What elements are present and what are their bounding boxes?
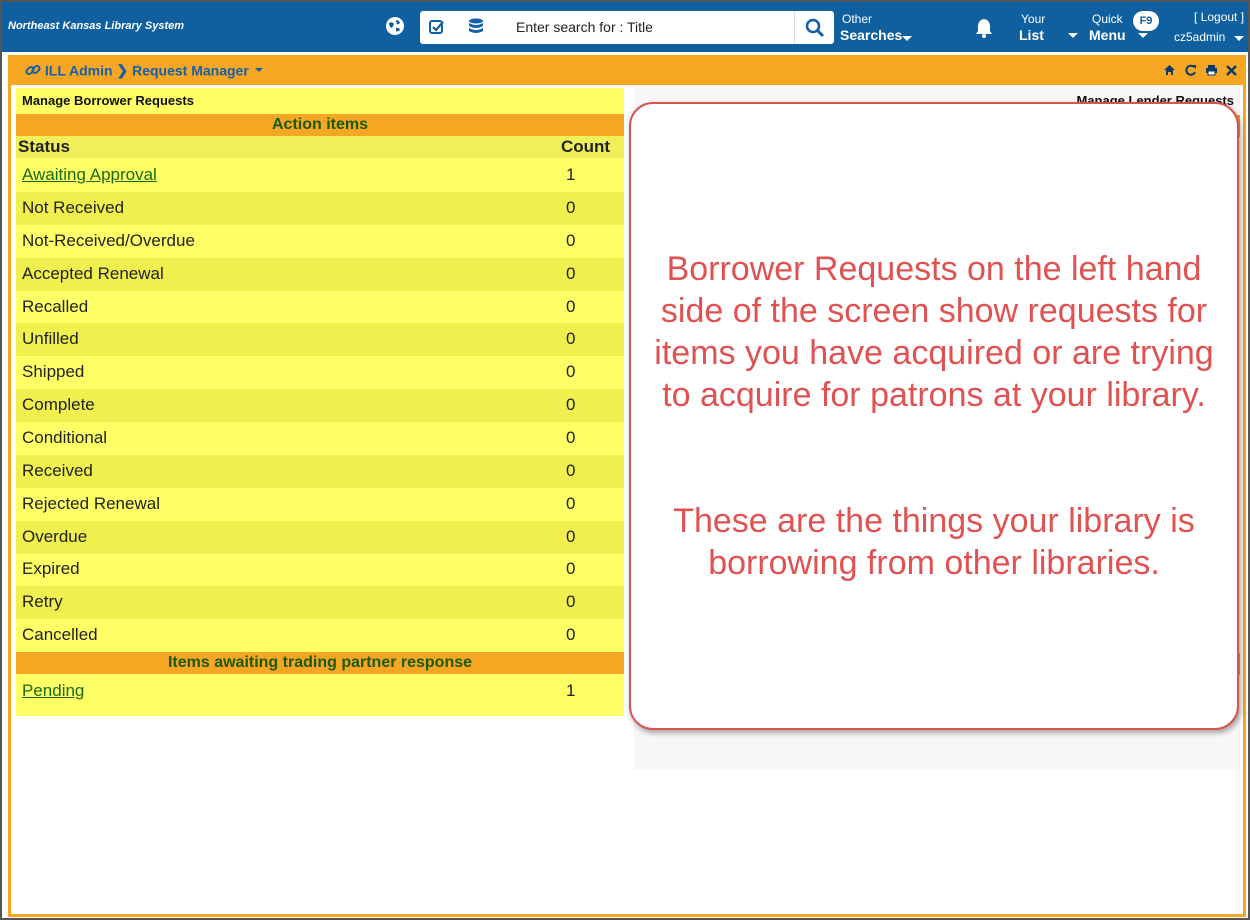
table-row: Expired 0: [16, 553, 624, 586]
search-icon: [805, 18, 825, 38]
other-label: Other: [842, 12, 873, 26]
search-input[interactable]: Enter search for : Title: [516, 19, 653, 35]
brand-logo[interactable]: Northeast Kansas Library System: [8, 20, 184, 32]
row-status: Shipped: [22, 362, 85, 381]
status-link-awaiting-approval[interactable]: Awaiting Approval: [22, 165, 157, 185]
row-status: Unfilled: [22, 329, 79, 348]
chevron-down-icon: [902, 36, 912, 41]
chevron-down-icon[interactable]: [1234, 36, 1244, 41]
breadcrumb: ILL Admin ❯ Request Manager: [25, 61, 263, 79]
borrower-title: Manage Borrower Requests: [22, 93, 194, 108]
status-link-pending[interactable]: Pending: [22, 681, 84, 701]
row-count: 0: [566, 231, 576, 250]
table-row: Accepted Renewal 0: [16, 258, 624, 291]
row-status: Conditional: [22, 428, 108, 447]
table-row: Shipped 0: [16, 356, 624, 389]
row-count: 0: [566, 494, 576, 513]
table-row: Received 0: [16, 455, 624, 488]
row-count: 0: [566, 329, 576, 348]
chevron-down-icon: [1068, 33, 1078, 38]
row-count: 0: [566, 264, 576, 283]
table-row: Pending 1: [16, 675, 624, 708]
checklist-icon[interactable]: [429, 19, 445, 35]
table-header: Status Count: [16, 136, 624, 158]
chevron-down-icon[interactable]: [254, 68, 263, 73]
f9-badge: F9: [1133, 11, 1159, 31]
row-count: 0: [566, 395, 576, 414]
breadcrumb-ill-admin[interactable]: ILL Admin: [45, 62, 113, 78]
row-count: 0: [566, 297, 576, 316]
table-row: Not-Received/Overdue 0: [16, 225, 624, 258]
panel-header: ILL Admin ❯ Request Manager: [11, 55, 1243, 85]
callout-paragraph: Borrower Requests on the left hand side …: [654, 250, 1214, 414]
row-status: Received: [22, 461, 93, 480]
table-row: Rejected Renewal 0: [16, 488, 624, 521]
link-icon: [25, 65, 41, 76]
pending-section-header: Items awaiting trading partner response: [16, 652, 624, 674]
search-bar: Enter search for : Title: [420, 11, 834, 44]
logout-link[interactable]: [ Logout ]: [1194, 10, 1244, 24]
row-count: 0: [566, 527, 576, 546]
row-status: Recalled: [22, 297, 89, 316]
globe-icon[interactable]: [385, 16, 405, 36]
breadcrumb-request-manager[interactable]: Request Manager: [132, 62, 249, 78]
row-status: Retry: [22, 592, 63, 611]
table-row: Unfilled 0: [16, 323, 624, 356]
bell-icon[interactable]: [975, 18, 993, 38]
row-count: 0: [566, 559, 576, 578]
print-icon[interactable]: [1205, 64, 1218, 76]
close-icon[interactable]: [1226, 64, 1237, 76]
row-count: 0: [566, 461, 576, 480]
refresh-icon[interactable]: [1184, 64, 1197, 76]
row-count: 0: [566, 198, 576, 217]
action-items-header: Action items: [16, 114, 624, 136]
top-navigation-bar: Northeast Kansas Library System Enter se…: [2, 2, 1248, 52]
row-status: Expired: [22, 559, 80, 578]
count-column-header: Count: [561, 137, 611, 156]
chevron-right-icon: ❯: [116, 61, 129, 78]
chevron-down-icon: [1138, 33, 1148, 38]
list-label: List: [1019, 27, 1044, 43]
table-row: Overdue 0: [16, 521, 624, 554]
row-status: Not-Received/Overdue: [22, 231, 195, 250]
row-count: 0: [566, 592, 576, 611]
quick-label: Quick: [1092, 12, 1123, 26]
row-count: 1: [566, 681, 576, 700]
table-row: Cancelled 0: [16, 619, 624, 652]
row-count: 0: [566, 428, 576, 447]
table-row: Complete 0: [16, 389, 624, 422]
home-icon[interactable]: [1163, 64, 1176, 76]
row-status: Complete: [22, 395, 95, 414]
status-column-header: Status: [18, 137, 70, 156]
row-status: Overdue: [22, 527, 88, 546]
user-menu[interactable]: cz5admin: [1174, 30, 1225, 44]
panel-toolbar: [1163, 64, 1237, 76]
row-status: Cancelled: [22, 625, 98, 644]
table-row: Conditional 0: [16, 422, 624, 455]
row-status: Accepted Renewal: [22, 264, 164, 283]
table-row: Not Received 0: [16, 192, 624, 225]
row-status: Not Received: [22, 198, 125, 217]
table-row: Retry 0: [16, 586, 624, 619]
searches-label: Searches: [840, 27, 903, 43]
table-row: Recalled 0: [16, 291, 624, 324]
callout-paragraph: These are the things your library is bor…: [673, 502, 1195, 582]
row-count: 0: [566, 362, 576, 381]
row-count: 1: [566, 165, 576, 184]
row-status: Rejected Renewal: [22, 494, 160, 513]
app-window: Northeast Kansas Library System Enter se…: [0, 0, 1250, 920]
search-button[interactable]: [794, 11, 834, 44]
menu-label: Menu: [1089, 27, 1126, 43]
row-count: 0: [566, 625, 576, 644]
annotation-callout: Borrower Requests on the left hand side …: [629, 102, 1239, 730]
borrower-requests-panel: Manage Borrower Requests Action items St…: [16, 88, 624, 716]
table-row: Awaiting Approval 1: [16, 159, 624, 192]
database-icon[interactable]: [468, 18, 484, 36]
your-label: Your: [1021, 12, 1046, 26]
